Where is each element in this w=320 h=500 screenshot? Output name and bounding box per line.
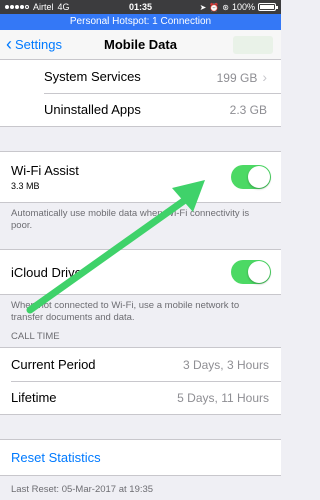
chevron-left-icon: ‹	[6, 33, 12, 54]
row-label: Current Period	[11, 357, 96, 372]
list-item-current-period: Current Period 3 Days, 3 Hours	[0, 348, 281, 381]
navigation-bar: ‹ Settings Mobile Data	[0, 30, 281, 60]
icloud-drive-label: iCloud Drive	[11, 264, 82, 280]
back-button[interactable]: ‹ Settings	[6, 33, 62, 54]
icloud-drive-footnote: When not connected to Wi-Fi, use a mobil…	[11, 300, 240, 324]
carrier-name: Airtel	[33, 2, 54, 12]
reset-group: Reset Statistics	[0, 439, 281, 476]
row-label: Uninstalled Apps	[44, 102, 141, 117]
call-time-header: CALL TIME	[11, 331, 60, 342]
wifi-assist-group: Wi-Fi Assist 3.3 MB	[0, 151, 281, 203]
network-type: 4G	[57, 2, 70, 12]
wifi-assist-usage: 3.3 MB	[11, 181, 40, 191]
hotspot-banner[interactable]: Personal Hotspot: 1 Connection	[0, 14, 281, 30]
status-bar: Airtel 4G 01:35 ➤ ⏰ ⊛ 100%	[0, 0, 281, 14]
alarm-icon: ⏰	[209, 2, 220, 12]
row-value: 5 Days, 11 Hours	[177, 390, 269, 405]
row-label: System Services	[44, 69, 141, 84]
list-item-lifetime: Lifetime 5 Days, 11 Hours	[0, 381, 281, 414]
usage-list: System Services 199 GB › Uninstalled Apps…	[0, 60, 281, 127]
wifi-assist-toggle[interactable]	[231, 165, 271, 189]
icloud-drive-group: iCloud Drive	[0, 249, 281, 295]
reset-statistics-button[interactable]: Reset Statistics	[0, 440, 281, 475]
row-value: 199 GB	[216, 70, 258, 85]
last-reset-text: Last Reset: 05-Mar-2017 at 19:35	[11, 484, 154, 495]
battery-percent: 100%	[231, 2, 255, 12]
wifi-assist-row: Wi-Fi Assist 3.3 MB	[0, 152, 281, 202]
list-item-system-services[interactable]: System Services 199 GB ›	[0, 60, 281, 93]
bluetooth-icon: ⊛	[222, 2, 229, 12]
chevron-right-icon: ›	[262, 68, 267, 85]
blurred-region	[233, 36, 273, 54]
row-value: 2.3 GB	[229, 102, 267, 117]
row-value: 3 Days, 3 Hours	[182, 357, 269, 372]
location-icon: ➤	[199, 2, 207, 12]
call-time-list: Current Period 3 Days, 3 Hours Lifetime …	[0, 347, 281, 415]
battery-icon	[258, 3, 278, 11]
wifi-assist-label: Wi-Fi Assist	[11, 163, 79, 178]
back-label: Settings	[15, 37, 62, 52]
wifi-assist-footnote: Automatically use mobile data when Wi-Fi…	[11, 208, 250, 232]
icloud-drive-row: iCloud Drive	[0, 250, 281, 294]
status-right: ➤ ⏰ ⊛ 100%	[199, 2, 278, 12]
signal-strength-icon	[5, 5, 29, 9]
status-left: Airtel 4G	[5, 2, 70, 12]
list-item-uninstalled-apps: Uninstalled Apps 2.3 GB	[0, 93, 281, 126]
icloud-drive-toggle[interactable]	[231, 260, 271, 284]
row-label: Lifetime	[11, 390, 57, 405]
